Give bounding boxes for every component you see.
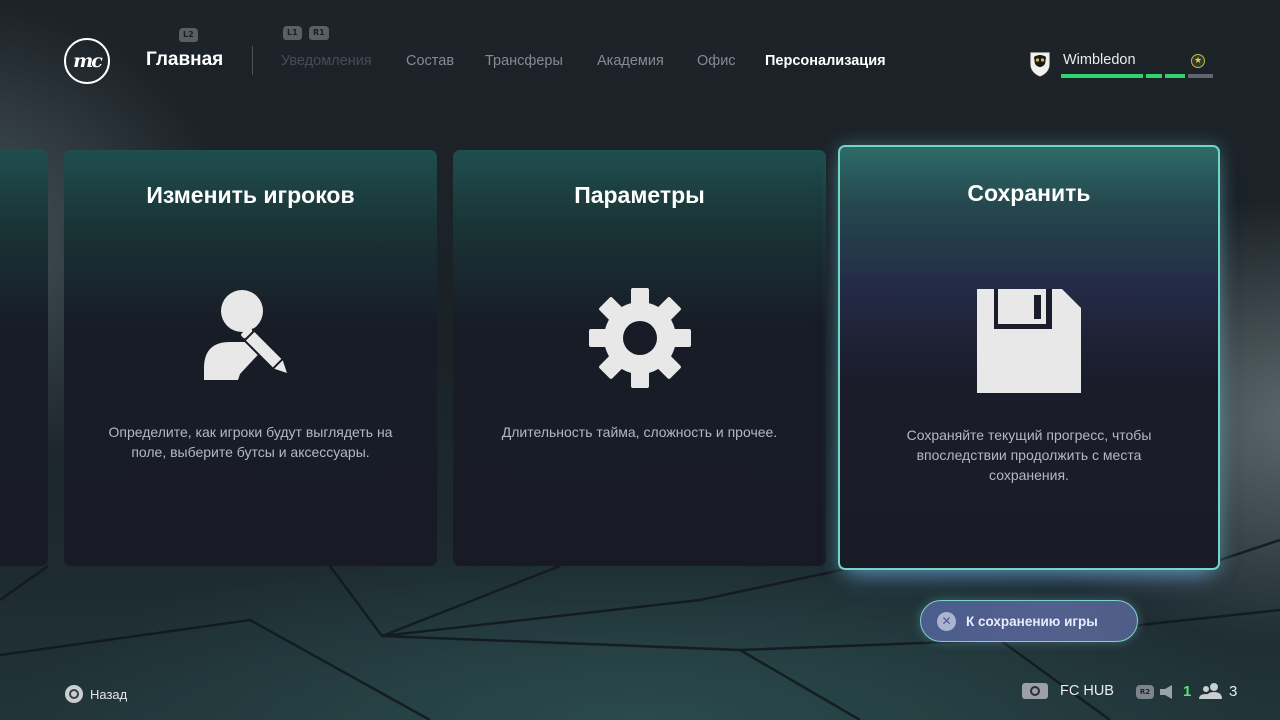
friends-count: 3 (1229, 683, 1238, 700)
r2-hint-icon: R2 (1136, 685, 1154, 699)
cross-button-icon: ✕ (937, 611, 956, 631)
touchpad-icon (1022, 683, 1048, 699)
back-button[interactable]: Назад (65, 685, 127, 703)
nav-divider (252, 46, 253, 75)
tab-academy[interactable]: Академия (597, 53, 664, 69)
fc-hub-button[interactable]: FC HUB (1022, 683, 1114, 699)
star-icon: ★ (1191, 54, 1205, 68)
fc-hub-label: FC HUB (1060, 683, 1114, 699)
l1-hint-icon: L1 (283, 26, 302, 40)
team-name: Wimbledon (1063, 52, 1136, 68)
go-to-save-button[interactable]: ✕ К сохранению игры (920, 600, 1138, 642)
r1-hint-icon: R1 (309, 26, 329, 40)
go-to-save-label: К сохранению игры (966, 613, 1098, 629)
card-settings[interactable]: Параметры Длительность тайма, сложность … (453, 150, 826, 566)
logo-text: mc (73, 50, 103, 72)
l2-hint-icon: L2 (179, 28, 198, 42)
circle-button-icon (65, 685, 83, 703)
megaphone-icon[interactable] (1158, 684, 1176, 700)
career-mode-logo[interactable]: mc (64, 38, 110, 84)
card-description: Длительность тайма, сложность и прочее. (501, 424, 778, 440)
card-previous[interactable] (0, 150, 48, 566)
gear-icon (588, 288, 691, 388)
card-title: Параметры (574, 182, 705, 208)
card-title: Сохранить (967, 180, 1091, 206)
page-title: Главная (146, 49, 224, 70)
tab-squad[interactable]: Состав (406, 53, 454, 69)
friends-icon[interactable] (1199, 682, 1223, 700)
tab-office[interactable]: Офис (697, 53, 736, 69)
wimbledon-crest-icon (1029, 51, 1051, 78)
card-description: Определите, как игроки будут выглядеть н… (108, 424, 393, 460)
notifications-count: 1 (1183, 683, 1192, 700)
floppy-disk-icon (977, 289, 1081, 393)
card-edit-players[interactable]: Изменить игроков Определите, как игроки … (64, 150, 437, 566)
card-save[interactable]: Сохранить Сохраняйте текущий прогресс, ч… (838, 145, 1220, 570)
team-info: Wimbledon ★ (1028, 48, 1216, 82)
tab-transfers[interactable]: Трансферы (485, 53, 563, 69)
tab-notifications[interactable]: Уведомления (281, 53, 372, 69)
card-description: Сохраняйте текущий прогресс, чтобы впосл… (906, 427, 1152, 483)
edit-player-icon (203, 290, 289, 380)
tab-personalization[interactable]: Персонализация (765, 53, 886, 69)
back-label: Назад (90, 686, 128, 702)
card-title: Изменить игроков (146, 182, 355, 208)
